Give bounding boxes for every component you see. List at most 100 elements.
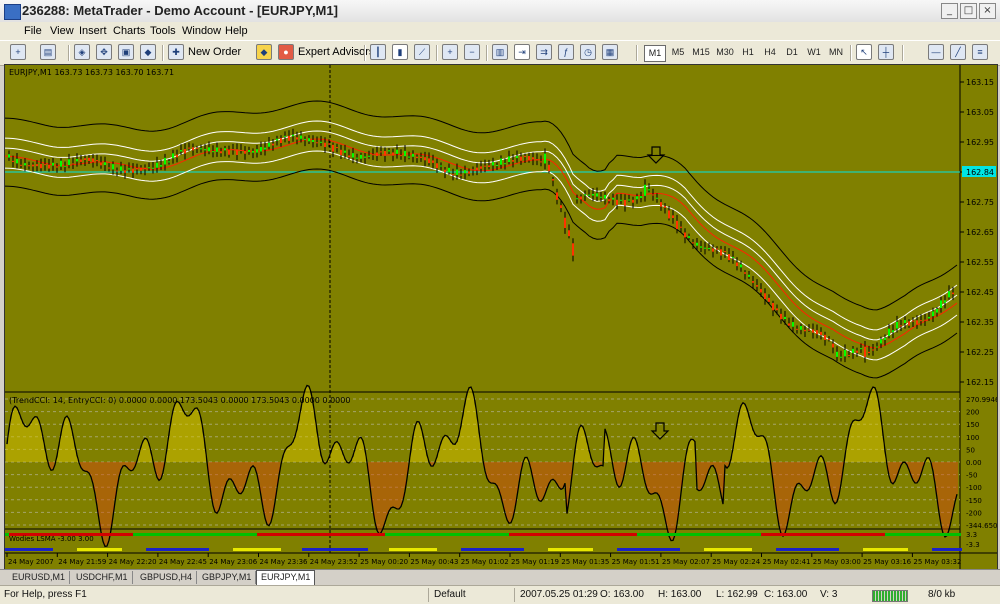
profiles-button[interactable]: ▤ bbox=[40, 44, 56, 60]
menu-window[interactable]: Window bbox=[182, 25, 221, 37]
candlestick-button[interactable]: ▮ bbox=[392, 44, 408, 60]
close-button[interactable]: × bbox=[979, 3, 996, 19]
cci-level-label: -100 bbox=[966, 484, 982, 492]
menu-charts[interactable]: Charts bbox=[113, 25, 145, 37]
time-label: 25 May 03:16 bbox=[863, 558, 912, 566]
chart-window[interactable]: EURJPY,M1 163.73 163.73 163.70 163.71 27… bbox=[4, 64, 1000, 571]
time-label: 24 May 2007 bbox=[8, 558, 54, 566]
menu-help[interactable]: Help bbox=[225, 25, 248, 37]
tester-button[interactable]: ◆ bbox=[140, 44, 156, 60]
timeframe-mn[interactable]: MN bbox=[826, 45, 846, 60]
tab-usdchf-m1[interactable]: USDCHF,M1 bbox=[72, 571, 133, 584]
timeframe-w1[interactable]: W1 bbox=[804, 45, 824, 60]
price-axis: 163.15 163.05 162.95 162.84 162.75 162.65 162.… bbox=[960, 78, 996, 387]
price-label: 162.95 bbox=[966, 138, 994, 147]
candlestick-icon: ▮ bbox=[392, 44, 408, 60]
cci-level-label: -200 bbox=[966, 509, 982, 517]
chart-canvas[interactable]: EURJPY,M1 163.73 163.73 163.70 163.71 27… bbox=[4, 65, 1000, 570]
zoom-out-button[interactable]: − bbox=[464, 44, 480, 60]
expert-advisors-button[interactable]: ● Expert Advisors bbox=[278, 44, 374, 60]
chart-shift-button[interactable]: ⇥ bbox=[514, 44, 530, 60]
time-label: 25 May 01:51 bbox=[612, 558, 660, 566]
menu-insert[interactable]: Insert bbox=[79, 25, 107, 37]
menu-view[interactable]: View bbox=[50, 25, 74, 37]
zoom-in-button[interactable]: + bbox=[442, 44, 458, 60]
lsma-level-label: 3.3 bbox=[966, 531, 977, 539]
horizontal-line-icon: — bbox=[928, 44, 944, 60]
time-label: 25 May 03:32 bbox=[913, 558, 961, 566]
symbol-info: EURJPY,M1 163.73 163.73 163.70 163.71 bbox=[9, 68, 174, 77]
cci-level-label: -150 bbox=[966, 497, 982, 505]
expert-advisors-icon: ● bbox=[278, 44, 294, 60]
timeframe-m15[interactable]: M15 bbox=[690, 45, 712, 60]
price-label: 162.15 bbox=[966, 378, 994, 387]
status-help: For Help, press F1 bbox=[4, 589, 87, 600]
minimize-button[interactable]: _ bbox=[941, 3, 958, 19]
tab-eurjpy-m1[interactable]: EURJPY,M1 bbox=[256, 570, 316, 586]
cci-info: (TrendCCI: 14, EntryCCI: 0) 0.0000 0.000… bbox=[9, 396, 350, 405]
bar-chart-button[interactable]: ┃ bbox=[370, 44, 386, 60]
status-volume: V: 3 bbox=[820, 589, 838, 600]
chart-shift-icon: ⇥ bbox=[514, 44, 530, 60]
maximize-button[interactable]: □ bbox=[960, 3, 977, 19]
new-order-label: New Order bbox=[188, 46, 242, 58]
cci-pane: 270.9946 200 150 100 50 0.00 -50 -100 -150 -200 -3… bbox=[5, 384, 1000, 548]
terminal-icon: ▣ bbox=[118, 44, 134, 60]
time-label: 24 May 22:45 bbox=[159, 558, 207, 566]
cursor-button[interactable]: ↖ bbox=[856, 44, 872, 60]
channel-button[interactable]: ≡ bbox=[972, 44, 988, 60]
tab-eurusd-m1[interactable]: EURUSD,M1 bbox=[8, 571, 71, 584]
cci-level-label: -50 bbox=[966, 472, 977, 480]
market-watch-button[interactable]: ◈ bbox=[74, 44, 90, 60]
indicators-button[interactable]: ƒ bbox=[558, 44, 574, 60]
time-label: 25 May 01:19 bbox=[511, 558, 559, 566]
new-chart-button[interactable]: + bbox=[10, 44, 26, 60]
menu-tools[interactable]: Tools bbox=[150, 25, 176, 37]
navigator-button[interactable]: ✥ bbox=[96, 44, 112, 60]
trendline-icon: ╱ bbox=[950, 44, 966, 60]
time-label: 25 May 02:41 bbox=[763, 558, 811, 566]
indicators-icon: ƒ bbox=[558, 44, 574, 60]
time-label: 24 May 22:20 bbox=[109, 558, 157, 566]
timeframe-h4[interactable]: H4 bbox=[760, 45, 780, 60]
clock-icon: ◷ bbox=[580, 44, 596, 60]
time-label: 24 May 23:52 bbox=[310, 558, 358, 566]
tile-windows-button[interactable]: ▥ bbox=[492, 44, 508, 60]
time-label: 25 May 01:02 bbox=[461, 558, 509, 566]
tab-gbpjpy-m1[interactable]: GBPJPY,M1 bbox=[198, 571, 257, 584]
status-profile: Default bbox=[434, 589, 466, 600]
navigator-icon: ✥ bbox=[96, 44, 112, 60]
templates-button[interactable]: ▦ bbox=[602, 44, 618, 60]
autoscroll-button[interactable]: ⇉ bbox=[536, 44, 552, 60]
time-label: 25 May 01:35 bbox=[561, 558, 609, 566]
new-order-button[interactable]: ✚ New Order bbox=[168, 44, 241, 60]
trendline-button[interactable]: ╱ bbox=[950, 44, 966, 60]
cci-level-label: 100 bbox=[966, 434, 979, 442]
zoom-in-icon: + bbox=[442, 44, 458, 60]
channel-icon: ≡ bbox=[972, 44, 988, 60]
status-open: O: 163.00 bbox=[600, 589, 644, 600]
terminal-button[interactable]: ▣ bbox=[118, 44, 134, 60]
timeframe-h1[interactable]: H1 bbox=[738, 45, 758, 60]
timeframe-d1[interactable]: D1 bbox=[782, 45, 802, 60]
status-high: H: 163.00 bbox=[658, 589, 702, 600]
tab-gbpusd-h4[interactable]: GBPUSD,H4 bbox=[136, 571, 198, 584]
periodicity-button[interactable]: ◷ bbox=[580, 44, 596, 60]
lsma-level-label: -3.3 bbox=[966, 541, 980, 549]
cursor-icon: ↖ bbox=[856, 44, 872, 60]
crosshair-button[interactable]: ┼ bbox=[878, 44, 894, 60]
status-low: L: 162.99 bbox=[716, 589, 758, 600]
timeframe-m1[interactable]: M1 bbox=[644, 45, 666, 62]
time-label: 25 May 02:07 bbox=[662, 558, 710, 566]
timeframe-m30[interactable]: M30 bbox=[714, 45, 736, 60]
hline-button[interactable]: — bbox=[928, 44, 944, 60]
timeframe-m5[interactable]: M5 bbox=[668, 45, 688, 60]
line-chart-button[interactable]: ⟋ bbox=[414, 44, 430, 60]
connection-status-icon bbox=[872, 590, 908, 602]
metaeditor-button[interactable]: ◆ bbox=[256, 44, 272, 60]
expert-advisors-label: Expert Advisors bbox=[298, 46, 375, 58]
menu-file[interactable]: File bbox=[24, 25, 42, 37]
time-label: 25 May 00:43 bbox=[410, 558, 458, 566]
cci-level-label: 150 bbox=[966, 421, 979, 429]
price-label: 163.15 bbox=[966, 78, 994, 87]
